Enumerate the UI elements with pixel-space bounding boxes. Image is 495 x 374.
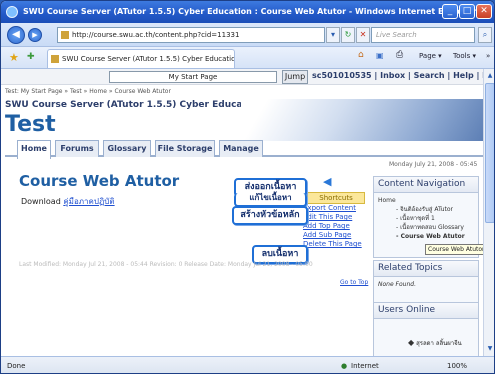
nav-item-welcome[interactable]: - จินดิอ้องรับสู่ ATutor bbox=[378, 205, 474, 214]
minimize-button[interactable]: _ bbox=[442, 4, 458, 19]
address-field[interactable]: http://course.swu.ac.th/content.php?cid=… bbox=[57, 27, 325, 43]
breadcrumb[interactable]: Test: My Start Page » Test » Home » Cour… bbox=[5, 88, 171, 95]
stop-button[interactable]: ✕ bbox=[356, 27, 370, 43]
tab-manage[interactable]: Manage bbox=[219, 140, 263, 157]
nav-item-home[interactable]: Home bbox=[378, 196, 474, 205]
user-icon: ◆ bbox=[408, 338, 415, 347]
command-bar: ★ ✚ SWU Course Server (ATutor 1.5.5) Cyb… bbox=[1, 47, 494, 69]
tab-home[interactable]: Home bbox=[17, 140, 51, 159]
zoom-level[interactable]: 100% bbox=[447, 357, 467, 373]
go-to-top-link[interactable]: Go to Top bbox=[340, 279, 368, 286]
window-title: SWU Course Server (ATutor 1.5.5) Cyber E… bbox=[23, 7, 476, 16]
user-links[interactable]: sc501010535 | Inbox | Search | Help | Lo… bbox=[312, 71, 483, 80]
tab-forums[interactable]: Forums bbox=[55, 140, 99, 157]
course-tabs: Home Forums Glossary File Storage Manage bbox=[5, 140, 483, 159]
back-button[interactable]: ◀ bbox=[7, 26, 25, 44]
address-text: http://course.swu.ac.th/content.php?cid=… bbox=[72, 31, 240, 39]
nav-item-glossary-test[interactable]: - เนื้อหาทดสอบ Glossary bbox=[378, 223, 474, 232]
callout-edit: แก้ไขเนื้อหา bbox=[234, 193, 307, 207]
tab-file-storage[interactable]: File Storage bbox=[155, 140, 215, 157]
address-dropdown-button[interactable]: ▾ bbox=[326, 27, 340, 43]
delete-page-link[interactable]: Delete This Page bbox=[303, 240, 365, 249]
favorites-star-icon[interactable]: ★ bbox=[9, 51, 19, 64]
related-topics-title: Related Topics bbox=[374, 261, 478, 277]
scroll-thumb[interactable] bbox=[485, 83, 494, 223]
jump-select[interactable]: My Start Page bbox=[109, 71, 277, 83]
previous-arrow-icon[interactable]: ◀ bbox=[323, 175, 331, 188]
jump-button[interactable]: Jump bbox=[282, 70, 308, 84]
tools-menu-button[interactable]: Tools ▾ bbox=[453, 52, 476, 60]
add-sub-page-link[interactable]: Add Sub Page bbox=[303, 231, 365, 240]
export-content-link[interactable]: Export Content bbox=[303, 204, 365, 213]
internet-zone-icon: ● bbox=[341, 362, 348, 370]
edit-page-link[interactable]: Edit This Page bbox=[303, 213, 365, 222]
forward-button[interactable]: ▶ bbox=[28, 28, 42, 42]
status-text: Done bbox=[7, 362, 26, 370]
browser-tab-title: SWU Course Server (ATutor 1.5.5) Cyber E… bbox=[62, 55, 235, 63]
tab-glossary[interactable]: Glossary bbox=[103, 140, 151, 157]
site-name: SWU Course Server (ATutor 1.5.5) Cyber E… bbox=[5, 100, 263, 110]
print-icon[interactable]: ⎙ bbox=[396, 50, 403, 60]
callout-add-top: สร้างหัวข้อหลัก bbox=[232, 206, 308, 225]
home-icon[interactable]: ⌂ bbox=[358, 50, 364, 60]
add-top-page-link[interactable]: Add Top Page bbox=[303, 222, 365, 231]
shortcuts-list: Export Content Edit This Page Add Top Pa… bbox=[303, 204, 365, 249]
add-favorites-icon[interactable]: ✚ bbox=[27, 52, 35, 62]
related-topics-text: None Found. bbox=[378, 281, 417, 288]
address-toolbar: ◀ ▶ http://course.swu.ac.th/content.php?… bbox=[1, 23, 494, 47]
last-modified: Last Modified: Monday Jul 21, 2008 - 05:… bbox=[19, 261, 313, 268]
current-date: Monday July 21, 2008 - 05:45 bbox=[389, 161, 478, 168]
vertical-scrollbar[interactable]: ▲ ▼ bbox=[483, 69, 494, 356]
online-user-name: สุรลดา ลลิ้นผาจีน bbox=[416, 340, 462, 347]
search-input[interactable]: Live Search bbox=[371, 27, 475, 43]
tab-favicon-icon bbox=[51, 55, 59, 63]
page-content: My Start Page Jump sc501010535 | Inbox |… bbox=[1, 69, 483, 356]
close-button[interactable]: ✕ bbox=[476, 4, 492, 19]
download-line: Download คู่มือภาคปฏิบัติ bbox=[21, 195, 115, 208]
nav-item-content-1[interactable]: - เนื้อหาชุดที่ 1 bbox=[378, 214, 474, 223]
nav-tooltip: Course Web Atutor bbox=[425, 244, 483, 255]
search-button[interactable]: ⌕ bbox=[478, 27, 492, 43]
nav-item-course-web-atutor[interactable]: - Course Web Atutor bbox=[378, 232, 474, 241]
scroll-down-icon[interactable]: ▼ bbox=[485, 343, 494, 354]
ie-logo-icon bbox=[6, 6, 18, 18]
title-bar: SWU Course Server (ATutor 1.5.5) Cyber E… bbox=[1, 1, 494, 23]
jump-bar: My Start Page Jump sc501010535 | Inbox |… bbox=[1, 69, 483, 85]
online-user[interactable]: ◆ สุรลดา ลลิ้นผาจีน bbox=[408, 338, 462, 348]
ie-window: SWU Course Server (ATutor 1.5.5) Cyber E… bbox=[0, 0, 495, 374]
page-favicon-icon bbox=[61, 31, 69, 39]
header-banner-image bbox=[241, 99, 483, 141]
feeds-icon[interactable]: ▣ bbox=[376, 51, 384, 60]
maximize-button[interactable]: □ bbox=[459, 4, 475, 19]
content-navigation-list: Home - จินดิอ้องรับสู่ ATutor - เนื้อหาช… bbox=[374, 193, 478, 244]
content-navigation-title: Content Navigation bbox=[374, 177, 478, 193]
status-bar: Done ● Internet 100% bbox=[1, 356, 494, 373]
download-label: Download bbox=[21, 197, 61, 206]
course-title: Test bbox=[5, 112, 56, 137]
users-online-box: Users Online ◆ สุรลดา ลลิ้นผาจีน bbox=[373, 302, 479, 356]
page-heading: Course Web Atutor bbox=[19, 172, 180, 190]
more-commands-icon[interactable]: » bbox=[486, 52, 490, 60]
page-menu-button[interactable]: Page ▾ bbox=[419, 52, 442, 60]
users-online-title: Users Online bbox=[374, 303, 478, 319]
manual-link[interactable]: คู่มือภาคปฏิบัติ bbox=[63, 197, 114, 206]
security-zone: Internet bbox=[351, 362, 379, 370]
related-topics-box: Related Topics None Found. bbox=[373, 260, 479, 304]
browser-tab[interactable]: SWU Course Server (ATutor 1.5.5) Cyber E… bbox=[47, 49, 235, 68]
scroll-up-icon[interactable]: ▲ bbox=[485, 70, 494, 81]
refresh-button[interactable]: ↻ bbox=[341, 27, 355, 43]
shortcuts-label: Shortcuts bbox=[307, 192, 365, 204]
